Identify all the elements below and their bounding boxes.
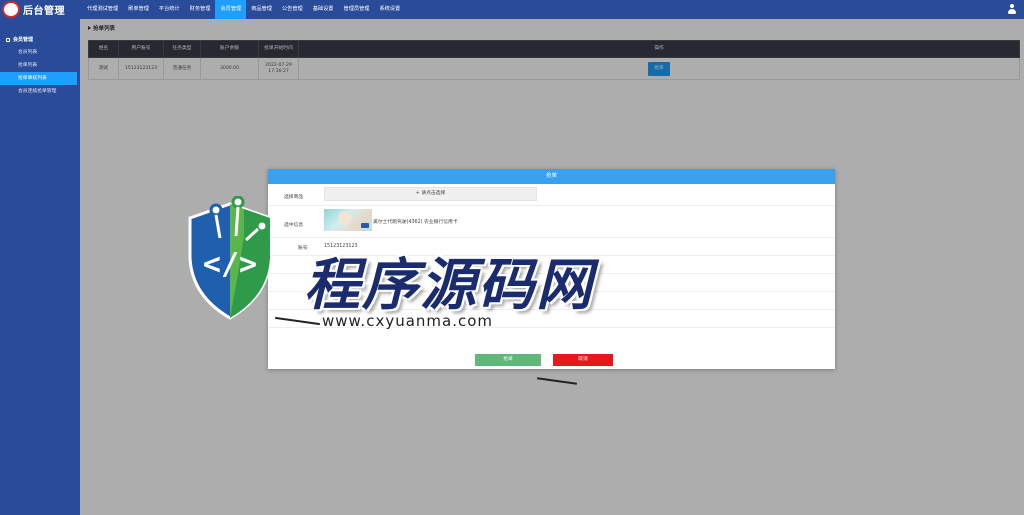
svg-text:</>: </> bbox=[203, 247, 257, 282]
sidebar: 会员管理 会员列表 抢单列表 抢单审核列表 会员连续抢单管理 bbox=[0, 19, 80, 515]
sidebar-item-member-list[interactable]: 会员列表 bbox=[0, 46, 80, 59]
sidebar-item-order-review[interactable]: 抢单审核列表 bbox=[0, 72, 77, 85]
nav-item-brush-order[interactable]: 刷单管理 bbox=[123, 0, 154, 19]
user-icon[interactable] bbox=[1007, 4, 1016, 15]
nav-item-notice[interactable]: 公告管理 bbox=[277, 0, 308, 19]
watermark-line-right bbox=[537, 377, 577, 385]
app-title: 后台管理 bbox=[23, 6, 65, 17]
nav-item-goods[interactable]: 商品管理 bbox=[246, 0, 277, 19]
collapse-icon bbox=[6, 37, 10, 42]
nav-item-finance[interactable]: 财务管理 bbox=[185, 0, 216, 19]
shield-logo-icon: </> bbox=[188, 196, 272, 320]
sidebar-item-continuous-order[interactable]: 会员连续抢单管理 bbox=[0, 85, 80, 98]
logo: 后台管理 bbox=[0, 0, 80, 19]
sidebar-group-label: 会员管理 bbox=[13, 37, 34, 43]
watermark-url: www.cxyuanma.com bbox=[322, 312, 494, 330]
nav-item-basic-settings[interactable]: 基础设置 bbox=[308, 0, 339, 19]
dialog-title: 抢单 bbox=[268, 169, 835, 184]
nav-item-members[interactable]: 会员管理 bbox=[215, 0, 247, 19]
watermark: </> 程序源码网 www.cxyuanma.com bbox=[180, 196, 620, 396]
nav-item-agent-test[interactable]: 代理测试管理 bbox=[82, 0, 123, 19]
logo-icon bbox=[2, 1, 20, 18]
sidebar-item-order-list[interactable]: 抢单列表 bbox=[0, 59, 80, 72]
nav-item-admins[interactable]: 管理员管理 bbox=[339, 0, 375, 19]
top-bar: 后台管理 代理测试管理 刷单管理 平台统计 财务管理 会员管理 商品管理 公告管… bbox=[0, 0, 1024, 19]
nav-item-platform-stats[interactable]: 平台统计 bbox=[154, 0, 185, 19]
top-nav: 代理测试管理 刷单管理 平台统计 财务管理 会员管理 商品管理 公告管理 基础设… bbox=[82, 0, 405, 19]
sidebar-group-members[interactable]: 会员管理 bbox=[0, 35, 80, 46]
nav-item-system-settings[interactable]: 系统设置 bbox=[374, 0, 405, 19]
watermark-title: 程序源码网 bbox=[304, 253, 594, 318]
